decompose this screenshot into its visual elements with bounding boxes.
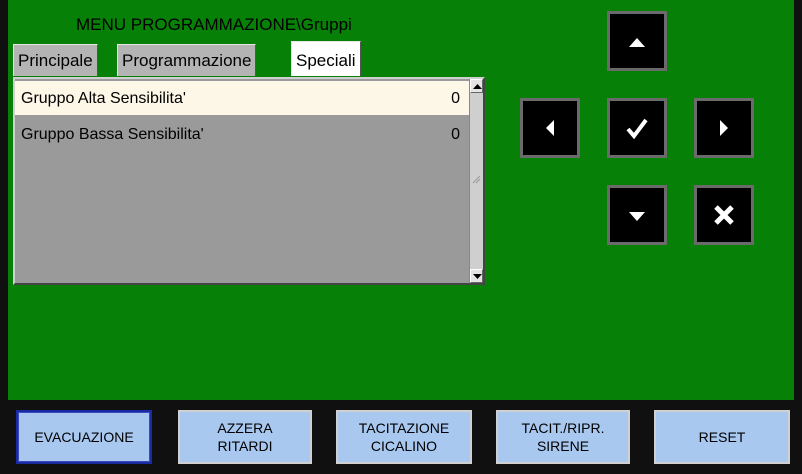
list-item-label: Gruppo Alta Sensibilita'	[21, 90, 186, 107]
scroll-down-button[interactable]	[470, 269, 483, 283]
button-label: EVACUAZIONE	[34, 429, 134, 445]
tacit-ripr-sirene-button[interactable]: TACIT./RIPR. SIRENE	[496, 410, 630, 464]
cancel-button[interactable]	[694, 185, 754, 245]
function-bar: EVACUAZIONE AZZERA RITARDI TACITAZIONE C…	[0, 400, 802, 474]
arrow-up-icon	[629, 38, 645, 47]
confirm-button[interactable]	[607, 98, 667, 158]
grip-icon	[472, 175, 481, 184]
button-label: CICALINO	[370, 438, 438, 454]
button-label: TACITAZIONE	[358, 420, 450, 436]
list-item-label: Gruppo Bassa Sensibilita'	[21, 126, 204, 143]
reset-button[interactable]: RESET	[654, 410, 790, 464]
scroll-up-button[interactable]	[470, 79, 483, 93]
arrow-right-icon	[720, 120, 728, 136]
list-item-value: 0	[451, 90, 460, 107]
list-item[interactable]: Gruppo Bassa Sensibilita' 0	[15, 117, 470, 151]
scrollbar-thumb[interactable]	[470, 93, 483, 269]
tacitazione-cicalino-button[interactable]: TACITAZIONE CICALINO	[336, 410, 472, 464]
scroll-down-icon	[473, 274, 482, 279]
nav-right-button[interactable]	[694, 98, 754, 158]
cross-icon	[714, 205, 734, 225]
checkmark-icon	[626, 118, 648, 140]
nav-up-button[interactable]	[607, 11, 667, 71]
tab-programmazione[interactable]: Programmazione	[117, 44, 257, 76]
button-label: AZZERA	[217, 420, 273, 436]
list-item[interactable]: Gruppo Alta Sensibilita' 0	[15, 81, 470, 115]
button-label: RITARDI	[217, 438, 273, 454]
menu-title: MENU PROGRAMMAZIONE\Gruppi	[76, 15, 352, 34]
nav-left-button[interactable]	[520, 98, 580, 158]
azzera-ritardi-button[interactable]: AZZERA RITARDI	[178, 410, 312, 464]
button-label: SIRENE	[536, 438, 590, 454]
tab-speciali[interactable]: Speciali	[291, 41, 361, 76]
group-list: Gruppo Alta Sensibilita' 0 Gruppo Bassa …	[13, 77, 485, 285]
nav-down-button[interactable]	[607, 185, 667, 245]
arrow-left-icon	[546, 120, 554, 136]
screen: MENU PROGRAMMAZIONE\Gruppi Principale Pr…	[0, 0, 802, 474]
arrow-down-icon	[629, 212, 645, 221]
button-label: TACIT./RIPR.	[521, 420, 605, 436]
tab-principale[interactable]: Principale	[13, 44, 98, 76]
list-item-value: 0	[451, 126, 460, 143]
scroll-up-icon	[473, 84, 482, 89]
evacuazione-button[interactable]: EVACUAZIONE	[16, 410, 152, 464]
list-scrollbar[interactable]	[469, 79, 483, 283]
button-label: RESET	[698, 429, 746, 445]
